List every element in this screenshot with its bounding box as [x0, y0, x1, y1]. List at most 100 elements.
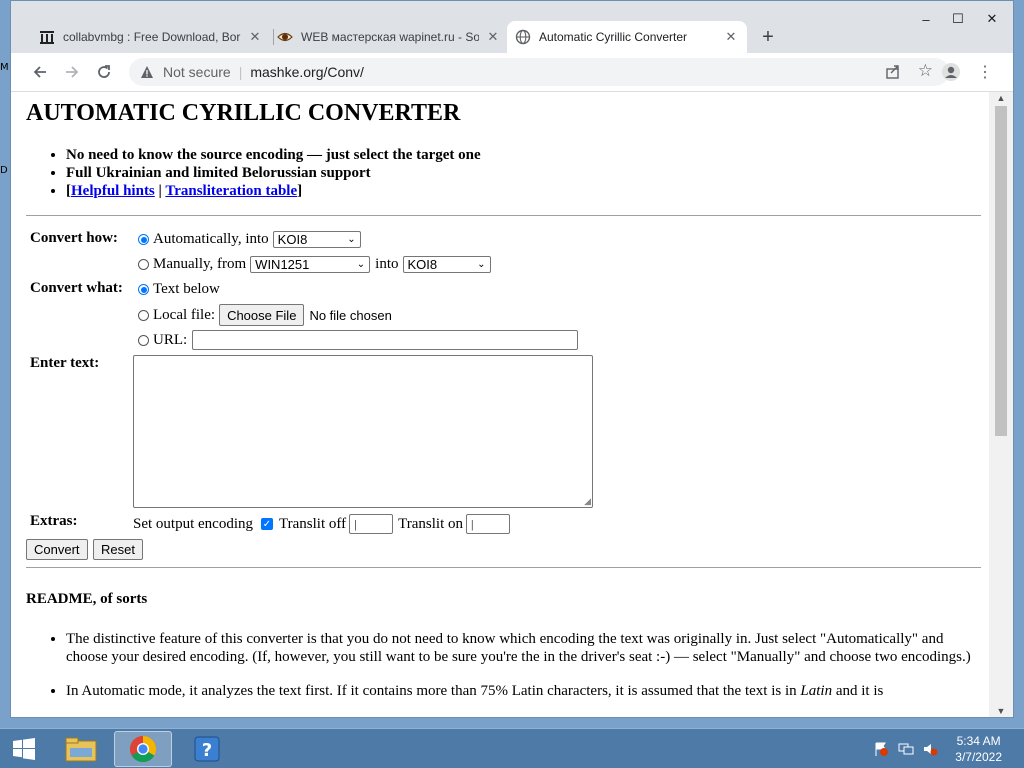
manual-row: Manually, from WIN1251 ⌄ into KOI8 ⌄	[138, 256, 491, 273]
transliteration-table-link[interactable]: Transliteration table	[165, 183, 297, 199]
start-button[interactable]	[0, 731, 48, 767]
action-center-flag-icon[interactable]	[873, 741, 891, 757]
system-clock[interactable]: 5:34 AM 3/7/2022	[955, 733, 1002, 765]
maximize-button[interactable]: ☐	[943, 7, 973, 31]
scroll-up-icon[interactable]: ▲	[989, 92, 1013, 104]
chrome-taskbar-icon[interactable]	[114, 731, 172, 767]
tab-title: WEB мастерская wapinet.ru - So	[301, 30, 479, 44]
set-output-label: Set output encoding	[133, 515, 253, 532]
file-explorer-icon[interactable]	[52, 731, 110, 767]
browser-window: collabvmbg : Free Download, Bor ✕ WEB ма…	[10, 0, 1014, 718]
extras-label: Extras:	[30, 513, 78, 529]
menu-icon[interactable]: ⋮	[973, 60, 997, 84]
manual-label: Manually, from	[153, 256, 247, 272]
tab-cyrillic-converter[interactable]: Automatic Cyrillic Converter ✕	[507, 21, 747, 53]
tab-title: collabvmbg : Free Download, Bor	[63, 30, 241, 44]
text-below-radio[interactable]	[138, 284, 149, 295]
local-file-label: Local file:	[153, 306, 216, 323]
profile-avatar-icon[interactable]	[939, 60, 963, 84]
close-tab-icon[interactable]: ✕	[247, 29, 263, 45]
network-icon[interactable]	[898, 741, 916, 757]
enter-text-label: Enter text:	[30, 355, 100, 371]
warning-icon[interactable]	[139, 64, 155, 80]
address-separator: |	[238, 64, 243, 80]
intro-item: Full Ukrainian and limited Belorussian s…	[66, 164, 481, 182]
readme-heading: README, of sorts	[26, 591, 148, 607]
clock-date: 3/7/2022	[955, 750, 1002, 764]
manual-to-select[interactable]: KOI8 ⌄	[402, 256, 491, 273]
chevron-down-icon: ⌄	[347, 234, 356, 245]
volume-muted-icon[interactable]	[922, 741, 940, 757]
url-label: URL:	[153, 331, 188, 348]
auto-radio[interactable]	[138, 234, 149, 245]
close-window-button[interactable]: ✕	[977, 7, 1007, 31]
desktop-hint-top: M	[0, 62, 9, 73]
reset-button[interactable]: Reset	[93, 539, 143, 560]
scroll-thumb[interactable]	[995, 106, 1007, 436]
helpful-hints-link[interactable]: Helpful hints	[71, 183, 155, 199]
page-title: AUTOMATIC CYRILLIC CONVERTER	[26, 100, 461, 126]
svg-text:?: ?	[202, 740, 212, 761]
manual-radio[interactable]	[138, 259, 149, 270]
globe-icon	[515, 29, 531, 45]
bookmark-star-icon[interactable]: ☆	[918, 61, 933, 81]
tab-title: Automatic Cyrillic Converter	[539, 30, 688, 44]
tab-wapinet[interactable]: WEB мастерская wapinet.ru - So ✕	[269, 21, 509, 53]
text-input-area[interactable]: ◢	[133, 355, 593, 508]
address-bar[interactable]: Not secure | mashke.org/Conv/ ☆	[129, 58, 949, 86]
readme-item: In Automatic mode, it analyzes the text …	[66, 682, 981, 700]
translit-on-label: Translit on	[398, 515, 463, 532]
choose-file-button[interactable]: Choose File	[219, 304, 305, 326]
manual-from-select[interactable]: WIN1251 ⌄	[250, 256, 371, 273]
chevron-down-icon: ⌄	[356, 259, 366, 270]
text-below-row: Text below	[138, 281, 220, 298]
divider	[26, 215, 981, 216]
intro-list: No need to know the source encoding — ju…	[26, 146, 481, 200]
help-icon[interactable]: ?	[178, 731, 236, 767]
clock-time: 5:34 AM	[956, 734, 1001, 748]
security-status: Not secure	[163, 64, 231, 80]
auto-row: Automatically, into KOI8 ⌄	[138, 231, 361, 248]
readme-list: The distinctive feature of this converte…	[26, 630, 981, 716]
desktop-hint-mid: D	[0, 165, 8, 176]
auto-target-select[interactable]: KOI8 ⌄	[272, 231, 361, 248]
scroll-down-icon[interactable]: ▼	[989, 705, 1013, 717]
set-output-checkbox[interactable]: ✓	[261, 518, 273, 530]
convert-how-label: Convert how:	[30, 230, 118, 246]
taskbar: ? 5:34 AM 3/7/2022	[0, 728, 1024, 768]
translit-off-input[interactable]: |	[349, 514, 394, 534]
eye-icon	[277, 29, 293, 45]
translit-off-label: Translit off	[279, 515, 347, 532]
back-icon[interactable]	[28, 60, 52, 84]
intro-links: [Helpful hints | Transliteration table]	[66, 182, 481, 200]
chevron-down-icon: ⌄	[477, 259, 486, 270]
extras-row: Set output encoding ✓ Translit off | Tra…	[133, 514, 510, 534]
tab-collabvmbg[interactable]: collabvmbg : Free Download, Bor ✕	[31, 21, 271, 53]
page-viewport: AUTOMATIC CYRILLIC CONVERTER No need to …	[11, 92, 989, 717]
browser-toolbar: Not secure | mashke.org/Conv/ ☆ ⋮	[11, 53, 1013, 92]
into-label: into	[375, 256, 399, 272]
archive-icon	[39, 29, 55, 45]
page-scrollbar[interactable]: ▲ ▼	[989, 92, 1013, 717]
reload-icon[interactable]	[92, 60, 116, 84]
url-row: URL:	[138, 330, 579, 350]
no-file-chosen: No file chosen	[309, 307, 392, 323]
auto-label: Automatically, into	[153, 231, 269, 247]
forward-icon[interactable]	[60, 60, 84, 84]
url-text[interactable]: mashke.org/Conv/	[250, 64, 364, 80]
local-file-radio[interactable]	[138, 309, 149, 321]
resize-grip-icon[interactable]: ◢	[584, 497, 591, 506]
url-radio[interactable]	[138, 334, 149, 346]
convert-what-label: Convert what:	[30, 280, 123, 296]
url-input[interactable]	[192, 330, 579, 350]
new-tab-button[interactable]: +	[756, 25, 780, 49]
close-tab-icon[interactable]: ✕	[485, 29, 501, 45]
share-icon[interactable]	[885, 64, 901, 83]
tab-strip: collabvmbg : Free Download, Bor ✕ WEB ма…	[11, 1, 1013, 53]
minimize-button[interactable]: –	[911, 7, 941, 31]
close-tab-icon[interactable]: ✕	[723, 29, 739, 45]
link-separator: |	[154, 183, 166, 199]
readme-item: The distinctive feature of this converte…	[66, 630, 981, 666]
convert-button[interactable]: Convert	[26, 539, 88, 560]
translit-on-input[interactable]: |	[466, 514, 510, 534]
